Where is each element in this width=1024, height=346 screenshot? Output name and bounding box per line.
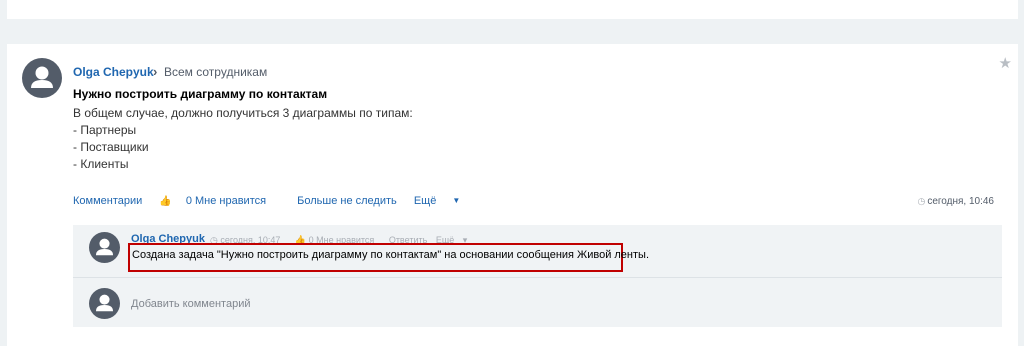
more-label: Ещё [413,195,437,207]
divider [73,277,1002,278]
feed-post-card: Olga Chepyuk › Всем сотрудникам ★ Нужно … [7,44,1018,346]
author-avatar[interactable] [22,58,62,98]
comment-author-avatar[interactable] [89,232,120,263]
comment-item: Olga Chepyuk ◷ сегодня, 10:47 👍 0 Мне нр… [73,225,1002,275]
user-icon [95,238,114,256]
post-body-line: В общем случае, должно получиться 3 диаг… [73,106,413,120]
more-menu[interactable]: Ещё ▼ [414,195,474,207]
comments-area: Olga Chepyuk ◷ сегодня, 10:47 👍 0 Мне нр… [73,225,1002,327]
post-title: Нужно построить диаграмму по контактам [73,87,328,101]
post-destination: Всем сотрудникам [164,65,268,79]
post-body: В общем случае, должно получиться 3 диаг… [73,105,413,173]
comment-text: Создана задача "Нужно построить диаграмм… [132,249,649,261]
post-body-line: - Партнеры [73,123,137,137]
post-time: ◷ сегодня, 10:46 [917,196,994,207]
user-icon [31,66,53,88]
add-comment-row[interactable]: Добавить комментарий [73,279,1002,327]
star-icon[interactable]: ★ [999,54,1012,72]
thumbs-up-icon: 👍 [159,196,172,207]
like-button[interactable]: 👍 0 Мне нравится [159,195,280,207]
clock-icon: ◷ [917,196,926,206]
post-time-label: сегодня, 10:46 [927,196,994,207]
like-label: 0 Мне нравится [185,195,267,207]
add-comment-input[interactable]: Добавить комментарий [131,298,250,310]
current-user-avatar [89,288,120,319]
post-body-line: - Поставщики [73,140,149,154]
user-icon [95,294,114,312]
post-author-link[interactable]: Olga Chepyuk [73,65,154,79]
unfollow-link[interactable]: Больше не следить [297,195,397,207]
comments-link[interactable]: Комментарии [73,195,142,207]
previous-post-card [7,0,1018,19]
chevron-right-icon: › [153,64,158,79]
post-body-line: - Клиенты [73,157,129,171]
caret-down-icon: ▼ [452,196,461,205]
post-actions: Комментарии 👍 0 Мне нравится Больше не сл… [73,195,488,207]
